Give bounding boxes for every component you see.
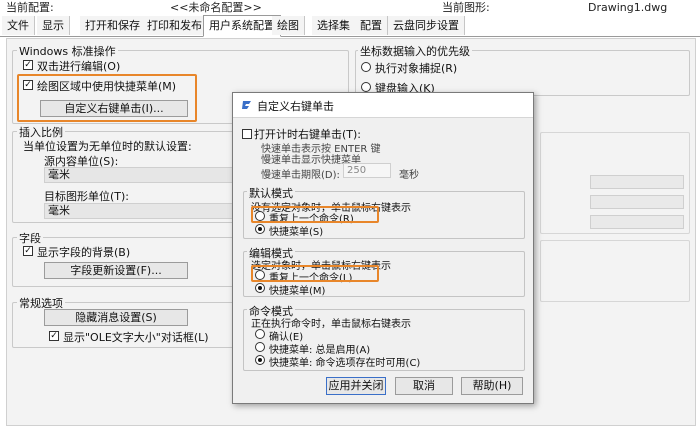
target-units-label: 目标图形单位(T): [44, 190, 130, 203]
coord-osnap-radio[interactable] [361, 62, 371, 72]
slow-duration-label: 慢速单击期限(D): [261, 170, 340, 181]
cmd-menu-always-radio[interactable] [255, 342, 265, 352]
cancel-button[interactable]: 取消 [395, 377, 453, 395]
dblclick-edit-checkbox[interactable]: ✓ [23, 60, 33, 70]
tab-selection[interactable]: 选择集 [312, 16, 356, 35]
dialog-title-bar: 自定义右键单击 [233, 93, 533, 118]
default-repeat-radio[interactable] [255, 211, 265, 221]
windows-group-title: Windows 标准操作 [17, 43, 118, 59]
tab-drafting[interactable]: 绘图 [272, 16, 305, 35]
default-menu-label: 快捷菜单(S) [269, 227, 324, 238]
edit-menu-label: 快捷菜单(M) [269, 286, 326, 297]
right-field-3 [590, 215, 684, 229]
config-value: <<未命名配置>> [170, 1, 262, 14]
field-update-button[interactable]: 字段更新设置(F)... [44, 262, 188, 279]
cmd-confirm-radio[interactable] [255, 329, 265, 339]
ole-dialog-label: 显示"OLE文字大小"对话框(L) [63, 331, 209, 344]
cmd-menu-options-radio[interactable] [255, 355, 265, 365]
right-group-hidden-2 [540, 240, 690, 302]
options-tab-bar: 文件 显示 打开和保存 打印和发布 用户系统配置 绘图 选择集 配置 云盘同步设… [0, 15, 700, 37]
coord-priority-title: 坐标数据输入的优先级 [358, 43, 472, 59]
customize-right-click-button[interactable]: 自定义右键单击(I)... [40, 100, 188, 117]
cmd-menu-options-label: 快捷菜单: 命令选项存在时可用(C) [269, 358, 421, 369]
right-field-2 [590, 195, 684, 209]
tab-open-save[interactable]: 打开和保存 [80, 16, 146, 35]
timed-right-click-checkbox[interactable] [242, 129, 252, 139]
shortcut-menu-checkbox[interactable]: ✓ [23, 80, 33, 90]
drawing-label: 当前图形: [442, 1, 490, 14]
dblclick-edit-label: 双击进行编辑(O) [37, 60, 121, 73]
shortcut-menu-label: 绘图区域中使用快捷菜单(M) [37, 80, 177, 93]
slow-duration-input[interactable]: 250 [343, 163, 391, 178]
field-bg-checkbox[interactable]: ✓ [23, 246, 33, 256]
tab-plot[interactable]: 打印和发布 [142, 16, 208, 35]
default-menu-radio[interactable] [255, 224, 265, 234]
tab-user-prefs[interactable]: 用户系统配置 [203, 15, 281, 37]
help-button[interactable]: 帮助(H) [461, 377, 523, 395]
source-units-select[interactable]: 毫米 [44, 167, 240, 183]
tab-cloud-sync[interactable]: 云盘同步设置 [388, 16, 465, 35]
app-logo-icon [242, 101, 251, 109]
custom-right-click-dialog: 自定义右键单击 打开计时右键单击(T): 快速单击表示按 ENTER 键 慢速单… [232, 92, 534, 404]
dialog-title: 自定义右键单击 [257, 100, 334, 113]
tab-display[interactable]: 显示 [37, 16, 70, 35]
edit-menu-radio[interactable] [255, 283, 265, 293]
ole-dialog-checkbox[interactable]: ✓ [49, 331, 59, 341]
apply-close-button[interactable]: 应用并关闭 [326, 377, 386, 395]
edit-repeat-radio[interactable] [255, 270, 265, 280]
hidden-messages-button[interactable]: 隐藏消息设置(S) [44, 309, 188, 326]
insert-desc: 当单位设置为无单位时的默认设置: [23, 140, 192, 153]
right-field-1 [590, 175, 684, 189]
tab-profiles[interactable]: 配置 [355, 16, 388, 35]
field-bg-label: 显示字段的背景(B) [37, 246, 131, 259]
coord-keyboard-radio[interactable] [361, 82, 371, 92]
target-units-select[interactable]: 毫米 [44, 203, 240, 219]
config-label: 当前配置: [6, 1, 54, 14]
ms-unit: 毫秒 [399, 170, 419, 181]
coord-osnap-label: 执行对象捕捉(R) [375, 62, 458, 75]
tab-file[interactable]: 文件 [2, 16, 35, 35]
drawing-value: Drawing1.dwg [588, 1, 668, 14]
